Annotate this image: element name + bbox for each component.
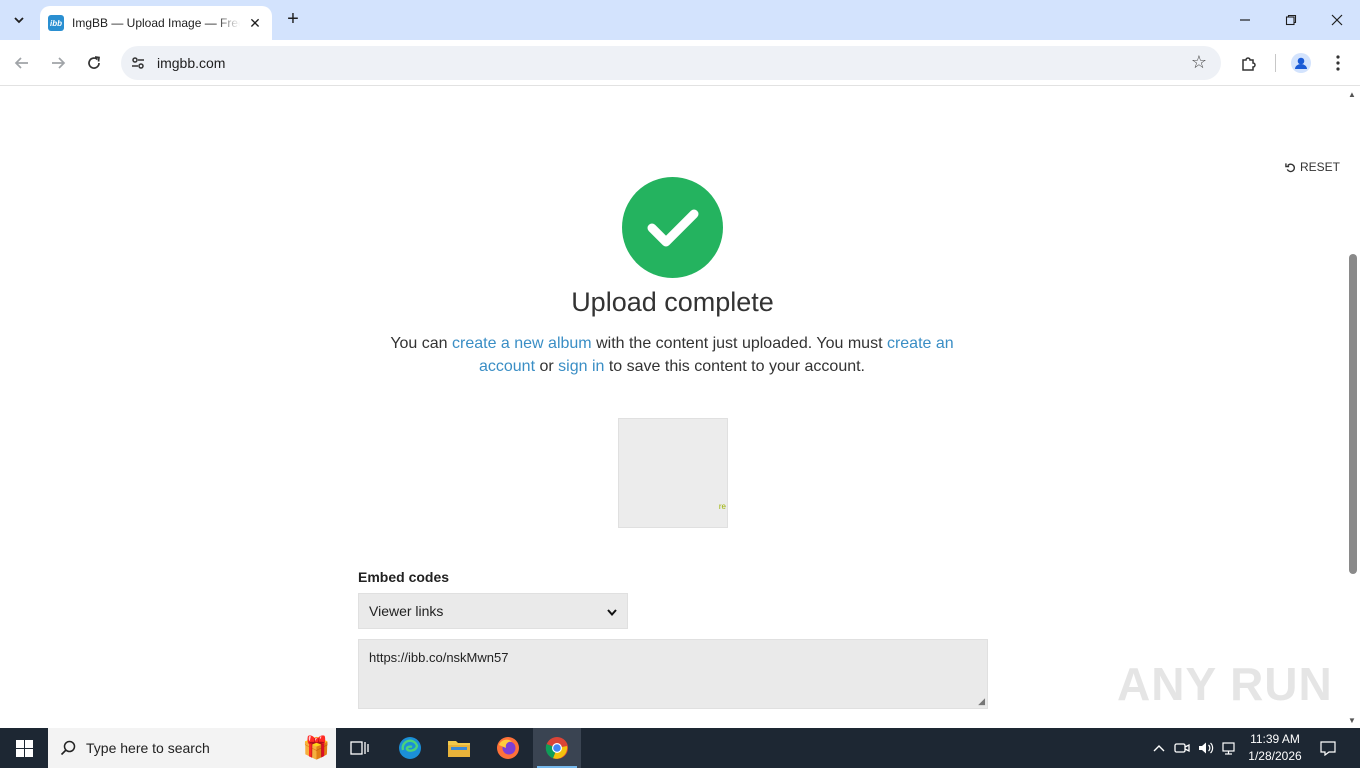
chevron-down-icon xyxy=(607,603,617,619)
scrollbar-thumb[interactable] xyxy=(1349,254,1357,574)
uploaded-image-thumbnail[interactable]: re xyxy=(618,418,728,528)
page-scrollbar[interactable]: ▲ ▼ xyxy=(1345,87,1360,728)
tab-title: ImgBB — Upload Image — Free Image Hostin… xyxy=(72,16,240,30)
success-check-icon xyxy=(622,177,723,278)
profile-avatar-icon[interactable] xyxy=(1288,50,1314,76)
tab-strip: ibb ImgBB — Upload Image — Free Image Ho… xyxy=(0,0,1360,40)
scroll-down-icon[interactable]: ▼ xyxy=(1348,716,1356,725)
upload-description: You can create a new album with the cont… xyxy=(390,335,954,375)
extensions-puzzle-icon[interactable] xyxy=(1236,50,1262,76)
meet-now-icon[interactable] xyxy=(1172,728,1192,768)
page-title: Upload complete xyxy=(571,287,774,317)
search-placeholder: Type here to search xyxy=(86,740,210,756)
new-tab-button[interactable]: + xyxy=(282,8,304,30)
search-icon xyxy=(60,740,76,756)
undo-icon xyxy=(1285,162,1296,172)
browser-toolbar: imgbb.com ☆ xyxy=(0,40,1360,86)
taskbar-clock[interactable]: 11:39 AM 1/28/2026 xyxy=(1240,731,1310,765)
task-view-icon[interactable] xyxy=(336,728,384,768)
embed-codes-select[interactable]: Viewer links xyxy=(358,593,628,629)
tab-close-icon[interactable]: ✕ xyxy=(246,15,264,32)
clock-date: 1/28/2026 xyxy=(1248,749,1302,763)
windows-taskbar: Type here to search 🎁 11:39 AM 1/28/2026 xyxy=(0,728,1360,768)
site-settings-icon[interactable] xyxy=(129,54,147,72)
tray-overflow-chevron-icon[interactable] xyxy=(1150,728,1168,768)
volume-icon[interactable] xyxy=(1196,728,1216,768)
restore-icon[interactable] xyxy=(1268,0,1314,40)
toolbar-separator xyxy=(1275,54,1276,72)
imgbb-favicon-icon: ibb xyxy=(48,15,64,31)
forward-arrow-icon[interactable] xyxy=(45,50,71,76)
address-bar[interactable]: imgbb.com ☆ xyxy=(121,46,1221,80)
reset-button[interactable]: RESET xyxy=(1285,160,1340,174)
gift-boxes-icon: 🎁 xyxy=(302,735,330,760)
windows-start-icon[interactable] xyxy=(0,728,48,768)
edge-browser-icon[interactable] xyxy=(386,728,434,768)
page-viewport: RESET Upload complete You can create a n… xyxy=(0,87,1345,728)
bookmark-star-icon[interactable]: ☆ xyxy=(1191,52,1207,73)
back-arrow-icon[interactable] xyxy=(9,50,35,76)
chrome-menu-icon[interactable] xyxy=(1325,50,1351,76)
notifications-icon[interactable] xyxy=(1316,728,1340,768)
embed-selected-value: Viewer links xyxy=(369,603,444,619)
reload-icon[interactable] xyxy=(81,50,107,76)
tab-search-chevron-icon[interactable] xyxy=(6,7,32,33)
firefox-icon[interactable] xyxy=(484,728,532,768)
resize-grip-icon[interactable]: ◢ xyxy=(978,696,985,707)
minimize-icon[interactable] xyxy=(1222,0,1268,40)
clock-time: 11:39 AM xyxy=(1250,732,1300,746)
file-explorer-icon[interactable] xyxy=(435,728,483,768)
embed-codes-label: Embed codes xyxy=(358,569,450,585)
close-window-icon[interactable] xyxy=(1314,0,1360,40)
embed-code-value: https://ibb.co/nskMwn57 xyxy=(369,650,509,665)
browser-tab-active[interactable]: ibb ImgBB — Upload Image — Free Image Ho… xyxy=(40,6,272,40)
sign-in-link[interactable]: sign in xyxy=(558,358,604,375)
scroll-up-icon[interactable]: ▲ xyxy=(1348,90,1356,99)
anyrun-watermark: ANY RUN xyxy=(1117,658,1333,710)
chrome-taskbar-icon[interactable] xyxy=(533,728,581,768)
taskbar-search-box[interactable]: Type here to search 🎁 xyxy=(48,728,336,768)
embed-code-textarea[interactable]: https://ibb.co/nskMwn57 ◢ xyxy=(358,639,988,709)
reset-label: RESET xyxy=(1300,160,1341,174)
thumbnail-text: re xyxy=(718,502,726,511)
network-icon[interactable] xyxy=(1220,728,1240,768)
url-text: imgbb.com xyxy=(157,55,226,71)
create-album-link[interactable]: create a new album xyxy=(452,335,592,352)
